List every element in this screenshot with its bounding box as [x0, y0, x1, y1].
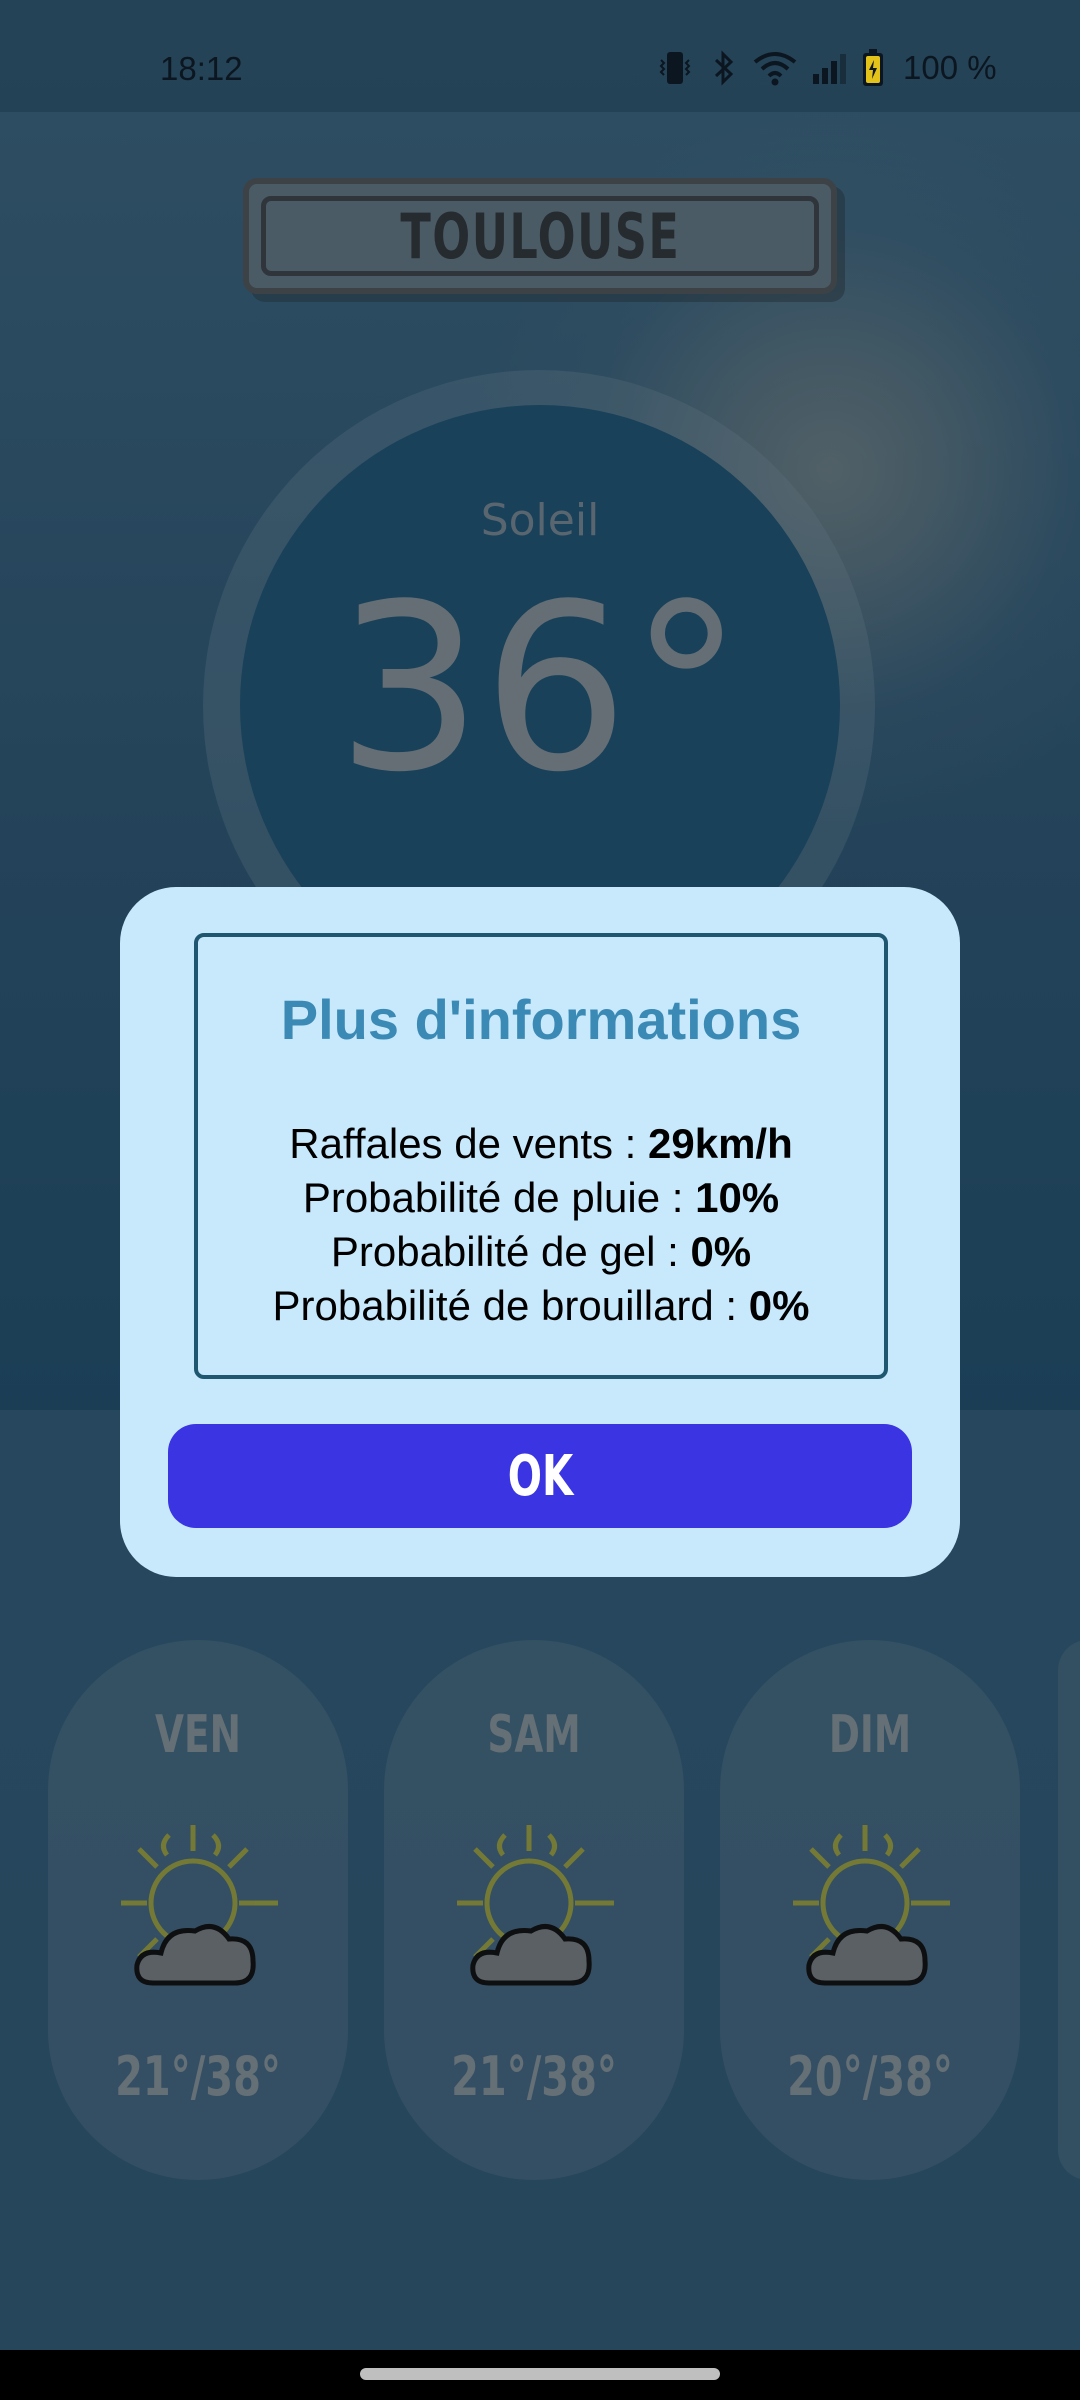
battery-percentage: 100 % — [903, 49, 997, 86]
vibrate-icon — [659, 52, 691, 84]
navigation-bar — [0, 2350, 1080, 2400]
fog-probability-label: Probabilité de brouillard : — [272, 1282, 749, 1329]
wind-gusts-line: Raffales de vents : 29km/h — [198, 1117, 884, 1171]
ok-button[interactable]: OK — [168, 1424, 912, 1528]
wind-gusts-value: 29km/h — [648, 1120, 793, 1167]
bluetooth-icon — [714, 50, 734, 86]
home-gesture-handle[interactable] — [360, 2368, 720, 2380]
info-box: Plus d'informations Raffales de vents : … — [194, 933, 888, 1379]
status-time: 18:12 — [160, 50, 243, 87]
status-icons: 100 % — [655, 48, 997, 88]
frost-probability-label: Probabilité de gel : — [330, 1228, 691, 1275]
frost-probability-line: Probabilité de gel : 0% — [198, 1225, 884, 1279]
info-lines: Raffales de vents : 29km/h Probabilité d… — [198, 1117, 884, 1333]
info-dialog: Plus d'informations Raffales de vents : … — [120, 887, 960, 1577]
fog-probability-value: 0% — [748, 1282, 810, 1329]
rain-probability-label: Probabilité de pluie : — [302, 1174, 696, 1221]
status-bar: 18:12 100 % — [0, 0, 1080, 112]
rain-probability-value: 10% — [695, 1174, 780, 1221]
signal-icon — [813, 54, 846, 84]
fog-probability-line: Probabilité de brouillard : 0% — [198, 1279, 884, 1333]
wifi-icon — [753, 52, 797, 86]
battery-icon — [863, 49, 883, 86]
rain-probability-line: Probabilité de pluie : 10% — [198, 1171, 884, 1225]
frost-probability-value: 0% — [690, 1228, 752, 1275]
wind-gusts-label: Raffales de vents : — [289, 1120, 648, 1167]
ok-button-label: OK — [507, 1443, 573, 1509]
dialog-title: Plus d'informations — [280, 988, 802, 1051]
